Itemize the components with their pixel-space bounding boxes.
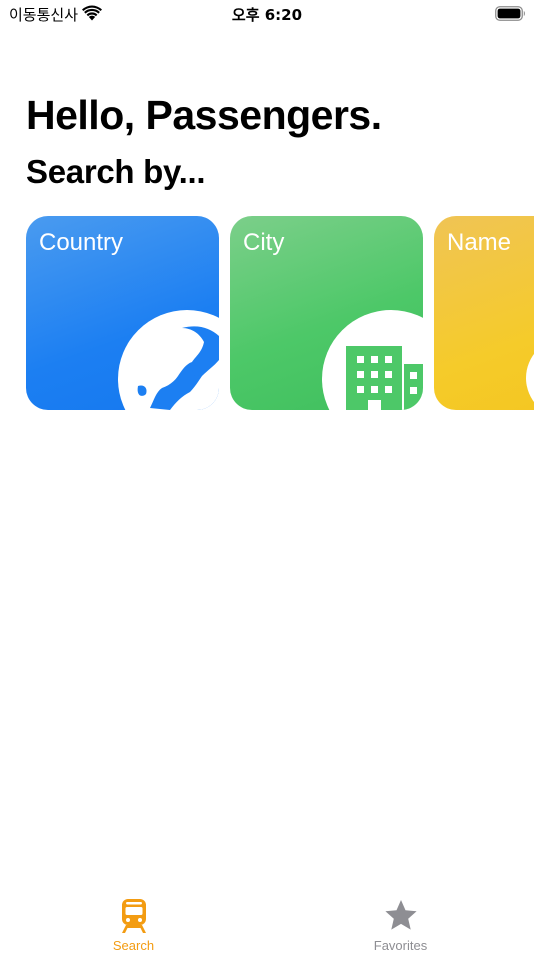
status-bar: 이동통신사 오후 6:20: [0, 0, 534, 28]
battery-icon: [495, 6, 525, 21]
card-label-city: City: [243, 229, 285, 256]
status-time: 오후 6:20: [231, 6, 303, 24]
tab-label-search: Search: [112, 938, 155, 953]
building-icon: [346, 346, 423, 410]
name-card[interactable]: Name: [434, 216, 534, 410]
tab-search[interactable]: Search: [0, 878, 267, 953]
country-card[interactable]: Country: [26, 216, 219, 410]
card-label-name: Name: [447, 229, 512, 256]
person-icon: [526, 338, 534, 410]
globe-icon: [137, 326, 219, 410]
star-icon: [384, 900, 417, 930]
city-card[interactable]: City: [230, 216, 423, 410]
search-category-carousel[interactable]: Country City Name: [0, 216, 534, 410]
tab-bar: Search Favorites: [0, 878, 534, 953]
train-icon: [121, 899, 146, 933]
section-heading: Search by...: [26, 153, 206, 190]
page-title: Hello, Passengers.: [26, 92, 382, 138]
tab-favorites[interactable]: Favorites: [267, 878, 534, 953]
tab-label-favorites: Favorites: [373, 938, 428, 953]
card-label-country: Country: [39, 229, 124, 256]
